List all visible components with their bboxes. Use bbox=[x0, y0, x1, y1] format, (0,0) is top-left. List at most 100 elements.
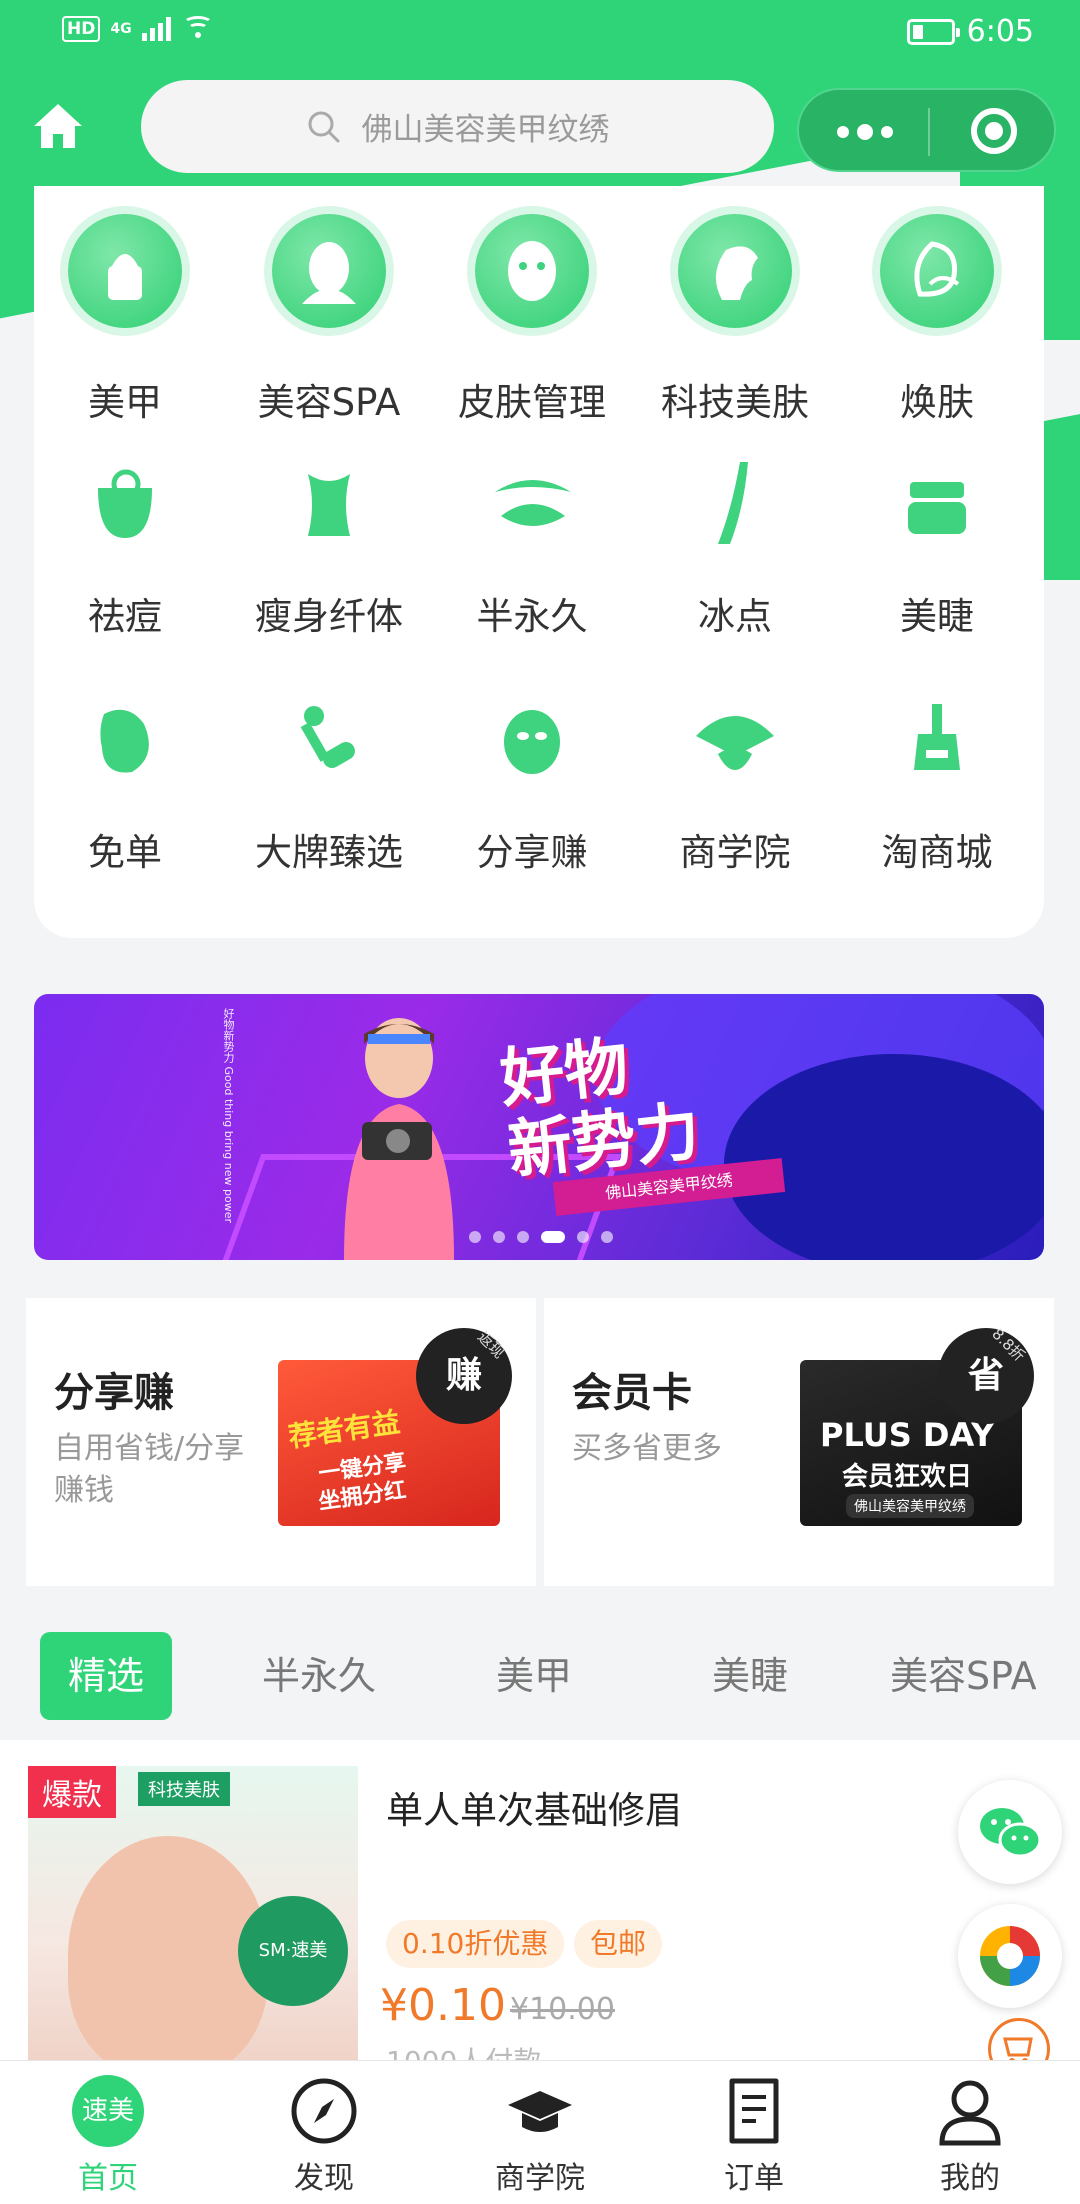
butterfly-face-icon bbox=[880, 214, 994, 328]
promo-title: 会员卡 bbox=[572, 1370, 692, 1416]
category-tabs: 精选 半永久 美甲 美睫 美容SPA bbox=[0, 1620, 1080, 1740]
more-icon[interactable] bbox=[837, 124, 893, 140]
category-tag: 科技美肤 bbox=[138, 1772, 230, 1806]
search-placeholder: 佛山美容美甲纹绣 bbox=[361, 112, 610, 148]
order-list-icon bbox=[718, 2075, 790, 2147]
category-item-semi-permanent[interactable]: 半永久 bbox=[437, 448, 627, 640]
original-price: ¥10.00 bbox=[510, 1992, 615, 2027]
category-label: 淘商城 bbox=[881, 831, 993, 874]
hot-tag: 爆款 bbox=[28, 1766, 116, 1818]
product-price: ¥0.10 bbox=[380, 1980, 506, 2031]
category-label: 半永久 bbox=[476, 595, 588, 638]
promo-subtitle: 买多省更多 bbox=[572, 1431, 722, 1466]
category-item-skin-management[interactable]: 皮肤管理 bbox=[437, 214, 627, 426]
category-label: 分享赚 bbox=[476, 831, 588, 874]
carousel-dots[interactable] bbox=[469, 1231, 613, 1243]
hd-indicator: HD bbox=[62, 16, 101, 42]
product-image: 爆款 科技美肤 SM·速美 bbox=[28, 1766, 358, 2066]
wechat-share-button[interactable] bbox=[958, 1780, 1062, 1884]
moments-share-button[interactable] bbox=[958, 1904, 1062, 2008]
nav-orders[interactable]: 订单 bbox=[684, 2075, 824, 2197]
acne-icon bbox=[68, 448, 182, 562]
category-label: 瘦身纤体 bbox=[255, 595, 403, 638]
category-label: 皮肤管理 bbox=[458, 381, 606, 424]
nail-polish-icon bbox=[880, 684, 994, 798]
close-target-icon[interactable] bbox=[971, 108, 1017, 154]
category-item-brand-select[interactable]: 大牌臻选 bbox=[234, 684, 424, 876]
network-type: 4G bbox=[110, 21, 132, 37]
category-item-share-earn[interactable]: 分享赚 bbox=[437, 684, 627, 876]
category-item-slimming[interactable]: 瘦身纤体 bbox=[234, 448, 424, 640]
status-bar: HD 4G 6:05 bbox=[0, 0, 1080, 66]
category-label: 焕肤 bbox=[900, 381, 974, 424]
save-badge: 省 8.8折 bbox=[938, 1325, 1034, 1424]
category-item-peel[interactable]: 焕肤 bbox=[842, 214, 1032, 426]
promo-card-membership[interactable]: 会员卡 买多省更多 PLUS DAY 会员狂欢日 佛山美容美甲纹绣 省 8.8折 bbox=[544, 1298, 1054, 1586]
nav-home[interactable]: 速美 首页 bbox=[38, 2075, 178, 2197]
category-item-eyelash[interactable]: 美睫 bbox=[842, 448, 1032, 640]
tab-spa[interactable]: 美容SPA bbox=[890, 1632, 1037, 1720]
nav-profile[interactable]: 我的 bbox=[900, 2075, 1040, 2197]
category-label: 美容SPA bbox=[257, 381, 401, 424]
gift-icon bbox=[68, 684, 182, 798]
promo-banner[interactable]: 好物新势力 Good thing bring new power 好物 新势力 … bbox=[34, 994, 1044, 1260]
wechat-icon bbox=[980, 1808, 1042, 1858]
category-item-taobao-mall[interactable]: 淘商城 bbox=[842, 684, 1032, 876]
mini-program-capsule bbox=[797, 88, 1056, 172]
manicure-icon bbox=[68, 214, 182, 328]
promo-subtitle: 自用省钱/分享赚钱 bbox=[54, 1431, 245, 1508]
category-item-free-order[interactable]: 免单 bbox=[30, 684, 220, 876]
cream-jar-icon bbox=[880, 448, 994, 562]
spa-icon bbox=[272, 214, 386, 328]
banner-model-image bbox=[344, 1018, 454, 1260]
category-label: 大牌臻选 bbox=[255, 831, 403, 874]
category-item-spa[interactable]: 美容SPA bbox=[234, 214, 424, 426]
nav-label: 订单 bbox=[724, 2161, 784, 2196]
nav-label: 发现 bbox=[294, 2161, 354, 2196]
product-card[interactable]: 爆款 科技美肤 SM·速美 单人单次基础修眉 0.10折优惠 包邮 ¥0.10 … bbox=[0, 1740, 1080, 2078]
shipping-chip: 包邮 bbox=[574, 1920, 663, 1968]
category-item-acne[interactable]: 祛痘 bbox=[30, 448, 220, 640]
tab-semi-permanent[interactable]: 半永久 bbox=[262, 1632, 376, 1720]
wifi-icon bbox=[181, 16, 215, 42]
product-title: 单人单次基础修眉 bbox=[386, 1789, 682, 1832]
banner-slogan: 好物 新势力 bbox=[496, 1030, 704, 1189]
home-logo-icon: 速美 bbox=[72, 2075, 144, 2147]
eyebrow-icon bbox=[475, 448, 589, 562]
nav-label: 首页 bbox=[78, 2161, 138, 2196]
clock: 6:05 bbox=[966, 14, 1034, 49]
search-input[interactable]: 佛山美容美甲纹绣 bbox=[141, 80, 774, 173]
tab-featured[interactable]: 精选 bbox=[40, 1632, 173, 1720]
nav-label: 我的 bbox=[940, 2161, 1000, 2196]
tab-eyelash[interactable]: 美睫 bbox=[712, 1632, 788, 1720]
category-label: 祛痘 bbox=[88, 595, 162, 638]
nav-discover[interactable]: 发现 bbox=[254, 2075, 394, 2197]
graduation-cap-icon bbox=[504, 2075, 576, 2147]
discount-chip: 0.10折优惠 bbox=[386, 1920, 565, 1968]
signal-icon bbox=[141, 17, 171, 41]
category-item-ice-point[interactable]: 冰点 bbox=[640, 448, 830, 640]
sheet-mask-icon bbox=[475, 684, 589, 798]
earn-badge: 赚 返现 bbox=[416, 1328, 512, 1424]
body-shape-icon bbox=[272, 448, 386, 562]
banner-small-text: 好物新势力 Good thing bring new power bbox=[222, 1008, 235, 1223]
nav-label: 商学院 bbox=[495, 2161, 585, 2196]
category-item-business-school[interactable]: 商学院 bbox=[640, 684, 830, 876]
promo-card-share-earn[interactable]: 分享赚 自用省钱/分享赚钱 荐者有益 一键分享 坐拥分红 赚 返现 bbox=[26, 1298, 536, 1586]
bottom-nav: 速美 首页 发现 商学院 订单 我的 bbox=[0, 2060, 1080, 2204]
category-item-tech-skin[interactable]: 科技美肤 bbox=[640, 214, 830, 426]
face-roller-icon bbox=[272, 684, 386, 798]
camera-aperture-icon bbox=[980, 1926, 1040, 1986]
search-icon bbox=[308, 111, 339, 142]
home-icon[interactable] bbox=[30, 98, 86, 154]
category-label: 美甲 bbox=[88, 381, 162, 424]
fan-icon bbox=[678, 684, 792, 798]
tab-manicure[interactable]: 美甲 bbox=[496, 1632, 572, 1720]
category-label: 美睫 bbox=[900, 595, 974, 638]
category-label: 商学院 bbox=[679, 831, 791, 874]
category-label: 免单 bbox=[88, 831, 162, 874]
category-item-manicure[interactable]: 美甲 bbox=[30, 214, 220, 426]
nav-business-school[interactable]: 商学院 bbox=[470, 2075, 610, 2197]
face-mask-icon bbox=[475, 214, 589, 328]
brand-logo: SM·速美 bbox=[238, 1896, 348, 2006]
